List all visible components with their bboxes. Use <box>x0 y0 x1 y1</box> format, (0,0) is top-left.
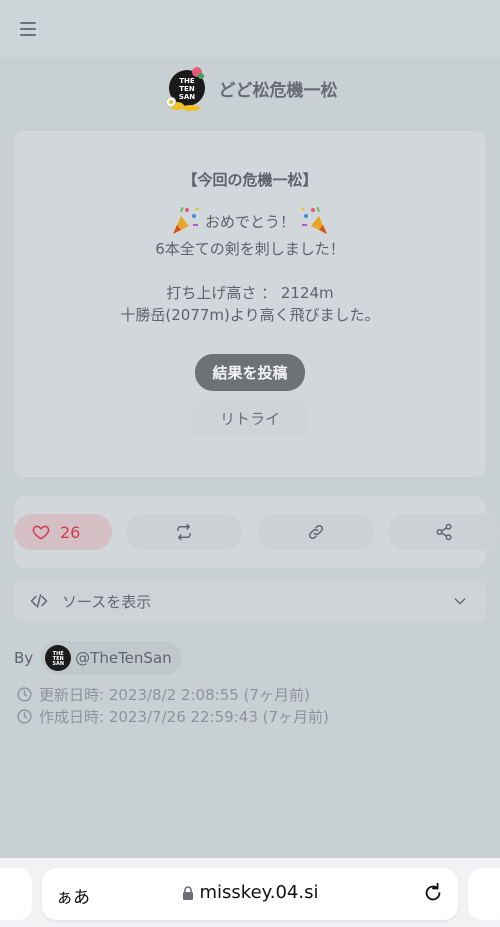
congrats-row: おめでとう！ <box>14 204 486 238</box>
svg-text:THE: THE <box>179 77 195 85</box>
author-chip[interactable]: THE TEN SAN @TheTenSan <box>41 641 182 675</box>
action-bar: 26 <box>14 496 500 568</box>
party-popper-icon <box>172 206 199 234</box>
browser-toolbar: ぁあ misskey.04.si <box>0 858 500 927</box>
like-button[interactable]: 26 <box>14 514 112 550</box>
page-header: THE TEN SAN どど松危機一松 <box>0 60 500 116</box>
copy-link-button[interactable] <box>258 514 374 550</box>
result-line-comparison: 十勝岳(2077m)より高く飛びました。 <box>120 306 380 324</box>
hamburger-menu-icon[interactable] <box>18 18 40 40</box>
top-bar <box>0 0 500 58</box>
page-title: どど松危機一松 <box>218 80 338 101</box>
url-display[interactable]: misskey.04.si <box>42 882 458 903</box>
heart-icon <box>32 525 50 540</box>
result-line-swords: 6本全ての剣を刺しました！ <box>155 240 345 258</box>
result-heading: 【今回の危機一松】 <box>182 171 318 189</box>
congrats-text: おめでとう！ <box>204 212 295 231</box>
code-icon <box>30 594 48 608</box>
svg-text:SAN: SAN <box>178 93 194 101</box>
result-card: 【今回の危機一松】 おめでとう！ 6本全ての剣を刺しました！ 打ち上げ高さ ： … <box>14 131 486 477</box>
retry-button[interactable]: リトライ <box>192 401 308 437</box>
updated-text: 更新日時: 2023/8/2 2:08:55 (7ヶ月前) <box>39 686 310 704</box>
page: THE TEN SAN どど松危機一松 【今回の危機一松】 おめでとう！ 6本全… <box>0 0 500 927</box>
show-source-label: ソースを表示 <box>62 592 152 611</box>
updated-at: 更新日時: 2023/8/2 2:08:55 (7ヶ月前) <box>16 684 310 705</box>
party-popper-icon <box>301 206 327 234</box>
renote-button[interactable] <box>126 514 242 550</box>
lock-icon <box>182 885 193 900</box>
author-row: By THE TEN SAN @TheTenSan <box>14 641 182 675</box>
avatar: THE TEN SAN <box>45 645 72 671</box>
clock-icon <box>17 709 32 724</box>
next-tab-preview[interactable] <box>468 868 500 920</box>
by-label: By <box>14 649 34 667</box>
like-count: 26 <box>60 522 81 542</box>
post-result-button[interactable]: 結果を投稿 <box>195 354 305 391</box>
svg-text:TEN: TEN <box>179 85 195 93</box>
thetensan-logo-icon: THE TEN SAN <box>163 64 211 112</box>
address-bar[interactable]: ぁあ misskey.04.si <box>42 868 458 920</box>
chevron-down-icon <box>454 598 466 605</box>
result-line-height: 打ち上げ高さ ： 2124m <box>166 284 334 302</box>
repeat-icon <box>177 523 191 541</box>
share-icon <box>436 523 452 541</box>
author-handle: @TheTenSan <box>75 649 172 667</box>
url-text: misskey.04.si <box>199 882 319 903</box>
share-button[interactable] <box>388 514 500 550</box>
created-text: 作成日時: 2023/7/26 22:59:43 (7ヶ月前) <box>39 708 329 726</box>
previous-tab-preview[interactable] <box>0 868 32 920</box>
created-at: 作成日時: 2023/7/26 22:59:43 (7ヶ月前) <box>16 706 329 727</box>
avatar-text: SAN <box>52 661 64 667</box>
reload-icon[interactable] <box>422 882 444 904</box>
clock-icon <box>17 687 32 702</box>
link-icon <box>308 524 324 540</box>
show-source-toggle[interactable]: ソースを表示 <box>14 580 486 622</box>
